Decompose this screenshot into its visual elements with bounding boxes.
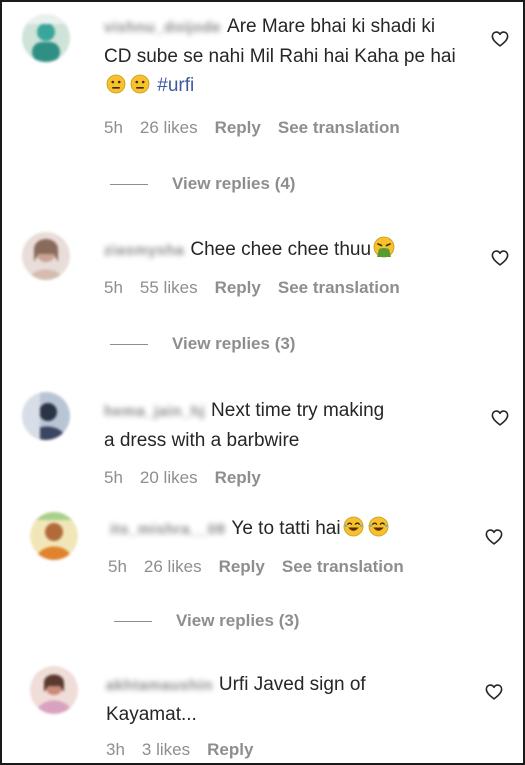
avatar[interactable] [22, 232, 70, 280]
comment-meta: 5h 26 likes Reply See translation [108, 557, 421, 577]
avatar[interactable] [30, 512, 78, 560]
comment-body: its_mishra__08 Ye to tatti hai [110, 514, 470, 546]
comment-username[interactable]: ziasmysha [104, 242, 184, 259]
comment-username[interactable]: akhtamaushin [106, 677, 213, 694]
heart-outline-icon[interactable] [491, 31, 509, 47]
comment-likes[interactable]: 20 likes [140, 468, 198, 487]
divider [114, 621, 152, 623]
reply-button[interactable]: Reply [215, 468, 261, 487]
comment-text-line: Urfi Javed sign of [218, 674, 366, 695]
hashtag-link[interactable]: #urfi [157, 75, 194, 96]
heart-outline-icon[interactable] [485, 529, 503, 545]
comment-username[interactable]: vishnu_doijode [104, 19, 221, 36]
divider [110, 344, 148, 346]
view-replies-label: View replies (3) [176, 611, 300, 630]
comment-body: hema_jain_hj Next time try making a dress… [104, 396, 474, 455]
view-replies-label: View replies (3) [172, 334, 296, 353]
view-replies-label: View replies (4) [172, 174, 296, 193]
comment-time: 5h [104, 118, 123, 137]
comment-body: akhtamaushin Urfi Javed sign of Kayamat..… [106, 670, 476, 729]
see-translation-button[interactable]: See translation [278, 118, 400, 137]
tears-of-joy-icon [343, 516, 364, 546]
neutral-face-icon [130, 74, 150, 103]
avatar[interactable] [22, 14, 70, 62]
avatar[interactable] [30, 666, 78, 714]
comment-body: ziasmysha Chee chee chee thuu [104, 235, 474, 267]
vomiting-face-icon [373, 236, 395, 267]
heart-outline-icon[interactable] [485, 684, 503, 700]
comment-text: Ye to tatti hai [231, 518, 341, 539]
view-replies-button[interactable]: View replies (3) [114, 611, 299, 631]
comment-time: 3h [106, 740, 125, 759]
comment-meta: 5h 55 likes Reply See translation [104, 278, 417, 298]
comment-username[interactable]: its_mishra__08 [110, 521, 225, 538]
divider [110, 184, 148, 186]
heart-outline-icon[interactable] [491, 410, 509, 426]
see-translation-button[interactable]: See translation [282, 557, 404, 576]
see-translation-button[interactable]: See translation [278, 278, 400, 297]
comment-text-line: Next time try making [211, 400, 385, 421]
comment-body: vishnu_doijode Are Mare bhai ki shadi ki … [104, 12, 464, 103]
comment-username[interactable]: hema_jain_hj [104, 403, 205, 420]
comment-likes[interactable]: 55 likes [140, 278, 198, 297]
comment-likes[interactable]: 26 likes [140, 118, 198, 137]
comment-likes[interactable]: 3 likes [142, 740, 190, 759]
comment-time: 5h [104, 278, 123, 297]
comment-time: 5h [108, 557, 127, 576]
comment-text: Chee chee chee thuu [190, 239, 372, 260]
reply-button[interactable]: Reply [207, 740, 253, 759]
reply-button[interactable]: Reply [215, 118, 261, 137]
reply-button[interactable]: Reply [219, 557, 265, 576]
tears-of-joy-icon [368, 516, 389, 546]
comment-likes[interactable]: 26 likes [144, 557, 202, 576]
comment-meta: 3h 3 likes Reply [106, 740, 270, 760]
heart-outline-icon[interactable] [491, 250, 509, 266]
comment-meta: 5h 20 likes Reply [104, 468, 278, 488]
reply-button[interactable]: Reply [215, 278, 261, 297]
avatar[interactable] [22, 392, 70, 440]
comments-panel: vishnu_doijode Are Mare bhai ki shadi ki … [0, 0, 525, 765]
comment-meta: 5h 26 likes Reply See translation [104, 118, 417, 138]
view-replies-button[interactable]: View replies (4) [110, 174, 295, 194]
comment-time: 5h [104, 468, 123, 487]
neutral-face-icon [106, 74, 126, 103]
comment-text-line: a dress with a barbwire [104, 430, 300, 451]
view-replies-button[interactable]: View replies (3) [110, 334, 295, 354]
comment-text-line: Kayamat... [106, 704, 197, 725]
